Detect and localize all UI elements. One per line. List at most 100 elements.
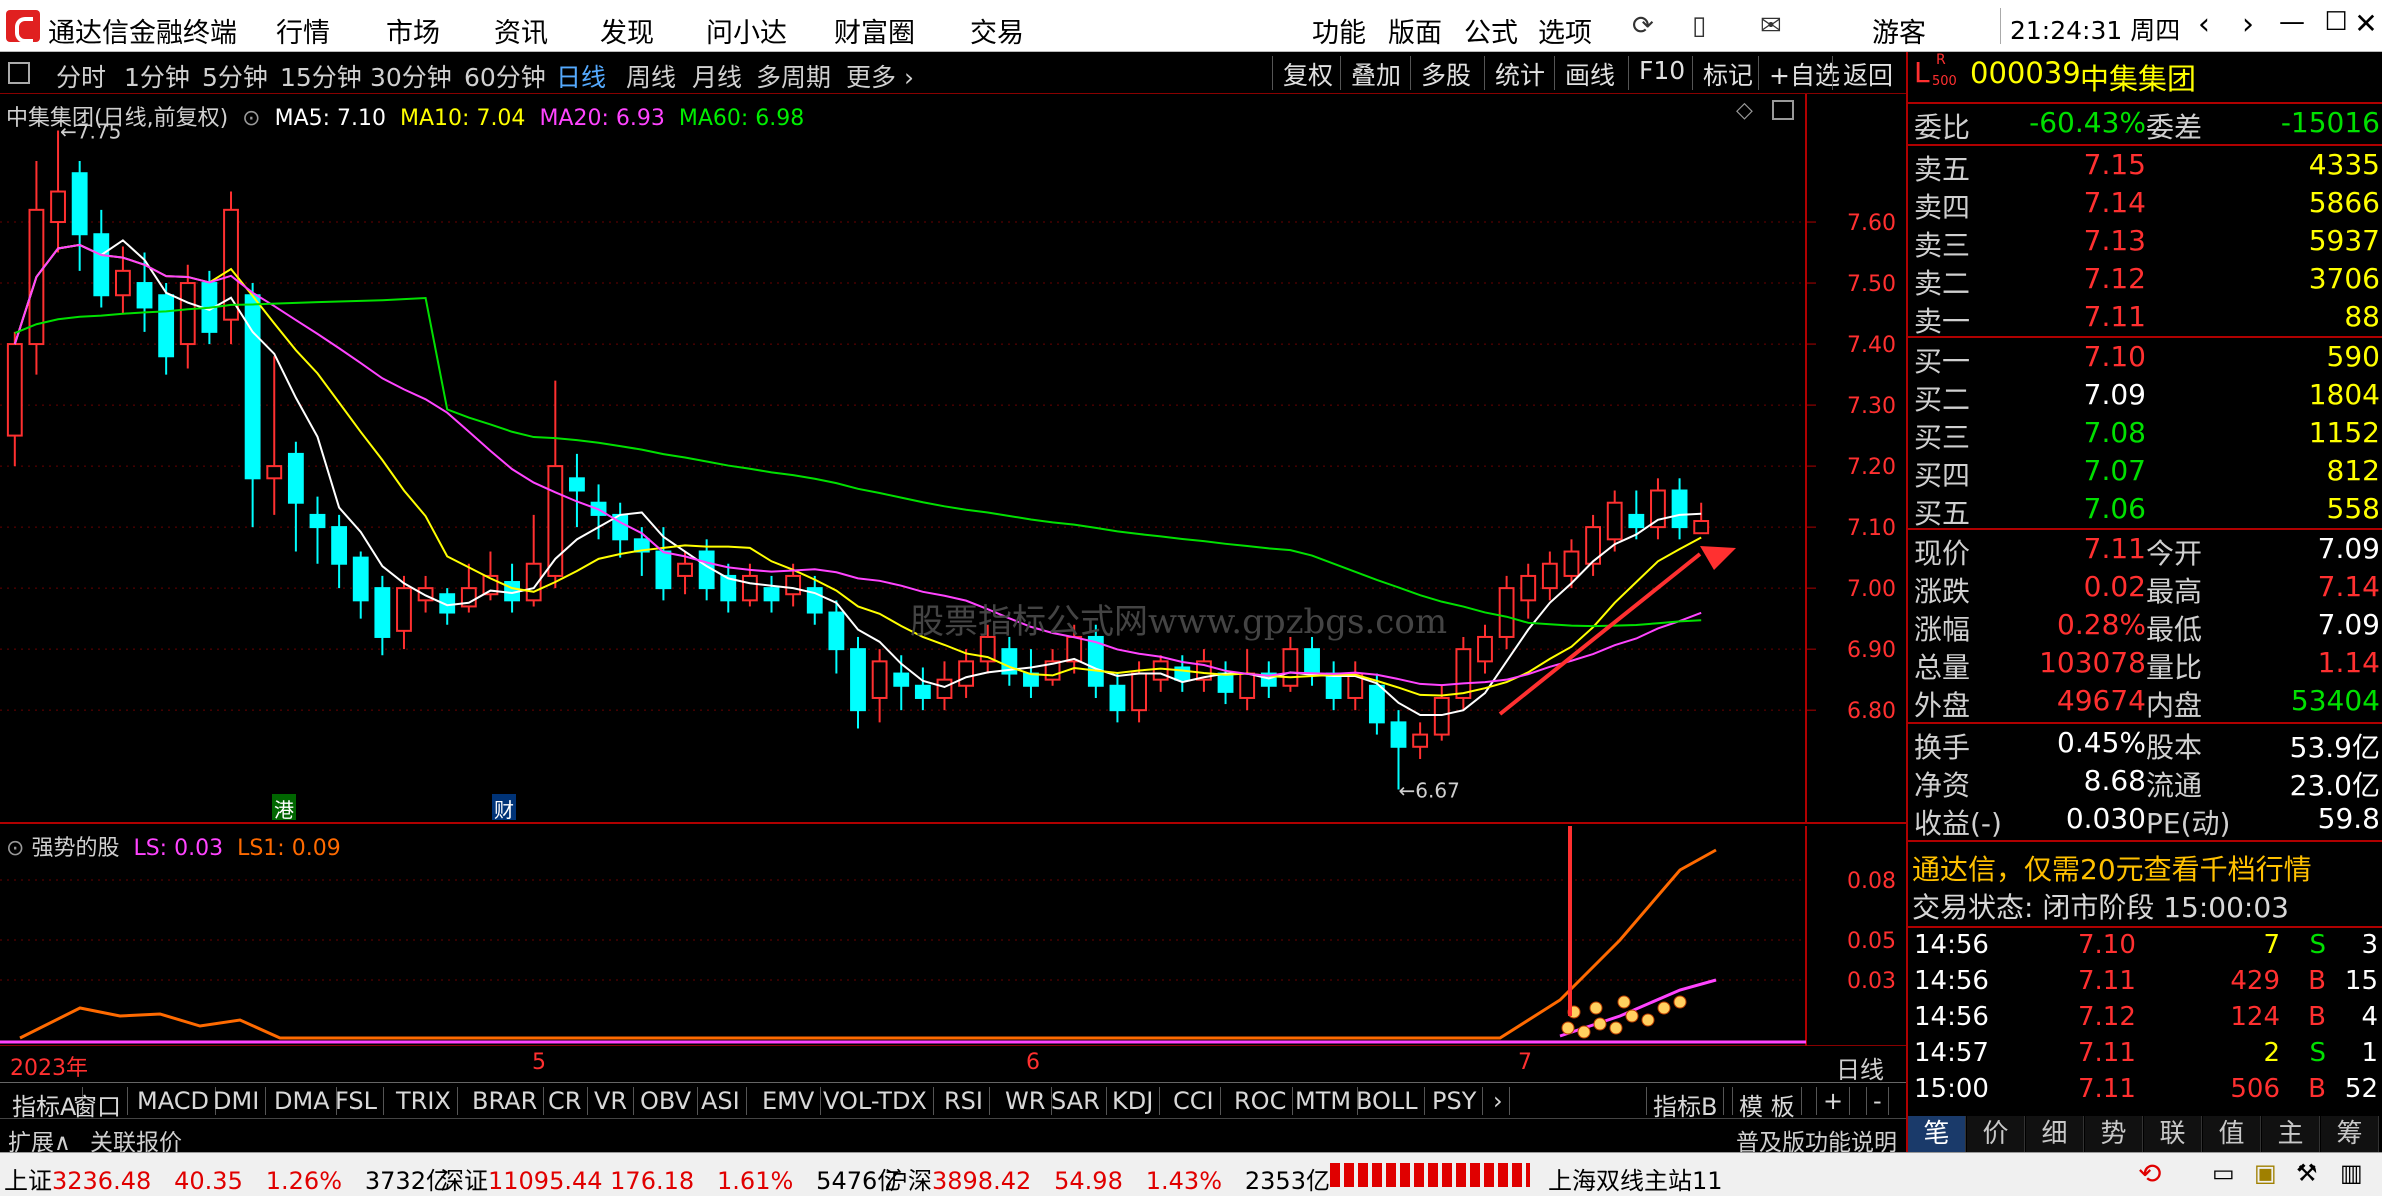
top-menu-1[interactable]: 市场 xyxy=(386,11,440,50)
chart-tool-3[interactable]: 统计 xyxy=(1484,56,1555,90)
ask-label: 卖三 xyxy=(1914,229,1971,262)
indicator-right-2[interactable]: + xyxy=(1816,1087,1851,1115)
tools-icon[interactable]: ⚒ xyxy=(2296,1159,2318,1187)
top-menu-6[interactable]: 交易 xyxy=(970,11,1024,50)
indicator-chart[interactable]: 0.08 0.05 0.03 ⊙ 强势的股 LS: 0.03 LS1: 0.09 xyxy=(0,826,1906,1046)
back-arrow-icon[interactable]: ‹ xyxy=(2184,7,2224,45)
period-tab-0[interactable]: 分时 xyxy=(56,58,106,94)
indicator-tab-6[interactable]: TRIX xyxy=(390,1087,458,1115)
promo-text[interactable]: 通达信，仅需20元查看千档行情 xyxy=(1912,848,2312,888)
close-button[interactable]: ✕ xyxy=(2346,7,2382,45)
indicator-tab-2[interactable]: MACD xyxy=(131,1087,216,1115)
phone-icon[interactable]: ▯ xyxy=(1692,11,1706,41)
indicator-tab-16[interactable]: SAR xyxy=(1045,1087,1107,1115)
indicator-tab-21[interactable]: BOLL xyxy=(1350,1087,1425,1115)
tool-menu-0[interactable]: 功能 xyxy=(1312,11,1366,50)
index-sh[interactable]: 上证3236.48 40.35 1.26% 3732亿 xyxy=(4,1161,450,1196)
sh-change: 40.35 xyxy=(174,1167,243,1195)
collapse-icon[interactable]: ⊙ xyxy=(6,836,31,861)
chart-tool-0[interactable]: 复权 xyxy=(1272,56,1343,90)
candle-body xyxy=(1109,684,1126,712)
panel-tab-6[interactable]: 主 xyxy=(2262,1116,2320,1152)
panel-tab-3[interactable]: 势 xyxy=(2085,1116,2143,1152)
indicator-tab-11[interactable]: ASI xyxy=(695,1087,747,1115)
indicator-tab-17[interactable]: KDJ xyxy=(1106,1087,1161,1115)
panel-toggle-icon[interactable] xyxy=(1772,100,1794,120)
kline-svg[interactable]: 7.607.507.407.307.207.107.006.906.80←7.7… xyxy=(0,94,1906,824)
indicator-tab-20[interactable]: MTM xyxy=(1289,1087,1359,1115)
period-tab-7[interactable]: 周线 xyxy=(626,58,676,94)
panel-tab-5[interactable]: 值 xyxy=(2203,1116,2261,1152)
indicator-tab-14[interactable]: RSI xyxy=(938,1087,990,1115)
chart-tool-1[interactable]: 叠加 xyxy=(1340,56,1411,90)
indicator-right-0[interactable]: 指标B xyxy=(1646,1087,1725,1121)
panel-tab-1[interactable]: 价 xyxy=(1967,1116,2025,1152)
candle-body xyxy=(158,294,175,358)
period-tab-10[interactable]: 更多 › xyxy=(846,58,914,94)
top-menu-5[interactable]: 财富圈 xyxy=(834,11,915,50)
panel-tab-2[interactable]: 细 xyxy=(2026,1116,2084,1152)
user-label[interactable]: 游客 xyxy=(1872,11,1926,50)
indicator-tab-7[interactable]: BRAR xyxy=(466,1087,545,1115)
diamond-icon[interactable]: ◇ xyxy=(1736,98,1753,123)
panel-tab-4[interactable]: 联 xyxy=(2144,1116,2202,1152)
indicator-tab-18[interactable]: CCI xyxy=(1167,1087,1221,1115)
period-tab-2[interactable]: 5分钟 xyxy=(202,58,268,94)
chart-tool-8[interactable]: 返回 xyxy=(1832,56,1903,90)
indicator-tab-5[interactable]: FSL xyxy=(329,1087,384,1115)
top-menu-2[interactable]: 资讯 xyxy=(494,11,548,50)
tool-menu-1[interactable]: 版面 xyxy=(1388,11,1442,50)
index-sz[interactable]: 深证11095.44 176.18 1.61% 5476亿 xyxy=(440,1161,901,1196)
indicator-tab-9[interactable]: VR xyxy=(588,1087,635,1115)
forward-arrow-icon[interactable]: › xyxy=(2228,7,2268,45)
chart-tool-2[interactable]: 多股 xyxy=(1410,56,1481,90)
indicator-tab-3[interactable]: DMI xyxy=(207,1087,267,1115)
period-tab-5[interactable]: 60分钟 xyxy=(464,58,546,94)
indicator-name[interactable]: 强势的股 xyxy=(31,836,119,861)
tick-direction: B xyxy=(2308,1002,2326,1032)
indicator-tab-12[interactable]: EMV xyxy=(756,1087,822,1115)
panel-tab-7[interactable]: 筹 xyxy=(2321,1116,2379,1152)
server-name[interactable]: 上海双线主站11 xyxy=(1548,1161,1723,1196)
indicator-right-3[interactable]: - xyxy=(1866,1087,1889,1115)
top-menu-4[interactable]: 问小达 xyxy=(706,11,787,50)
layout-toggle-icon[interactable] xyxy=(8,62,30,84)
period-tab-6[interactable]: 日线 xyxy=(556,58,606,94)
ask-volume: 5866 xyxy=(2308,186,2380,219)
indicator-tab-1[interactable]: 窗口 xyxy=(67,1087,128,1121)
candle-body xyxy=(114,269,131,297)
period-tab-9[interactable]: 多周期 xyxy=(756,58,831,94)
panel-tab-0[interactable]: 笔 xyxy=(1908,1116,1966,1152)
chart-tool-4[interactable]: 画线 xyxy=(1554,56,1625,90)
kline-chart[interactable]: 7.60 7.50 7.40 7.30 7.20 7.10 7.00 6.90 6.80 ←7.7… xyxy=(0,94,1906,824)
window-icon[interactable]: ▭ xyxy=(2212,1159,2235,1187)
indicator-tab-19[interactable]: ROC xyxy=(1228,1087,1294,1115)
period-tab-8[interactable]: 月线 xyxy=(692,58,742,94)
indicator-tab-13[interactable]: VOL-TDX xyxy=(817,1087,934,1115)
chart-tool-6[interactable]: 标记 xyxy=(1692,56,1763,90)
indicator-right-1[interactable]: 模 板 xyxy=(1732,1087,1802,1121)
index-hs[interactable]: 沪深3898.42 54.98 1.43% 2353亿 xyxy=(884,1161,1330,1196)
marker-cai[interactable]: 财 xyxy=(492,794,516,822)
tool-menu-3[interactable]: 选项 xyxy=(1538,11,1592,50)
period-tab-3[interactable]: 15分钟 xyxy=(280,58,362,94)
indicator-more-icon[interactable]: › xyxy=(1487,1087,1510,1115)
note-icon[interactable]: ▣ xyxy=(2254,1159,2277,1187)
minimize-button[interactable]: — xyxy=(2272,7,2312,45)
top-menu-0[interactable]: 行情 xyxy=(276,11,330,50)
chart-icon[interactable]: ▥ xyxy=(2340,1159,2363,1187)
chart-tool-5[interactable]: F10 xyxy=(1628,56,1695,90)
indicator-tab-10[interactable]: OBV xyxy=(634,1087,699,1115)
reconnect-icon[interactable]: ⟲ xyxy=(2138,1157,2161,1190)
indicator-tab-4[interactable]: DMA xyxy=(268,1087,337,1115)
refresh-icon[interactable]: ⟳ xyxy=(1632,11,1654,41)
indicator-tab-22[interactable]: PSY xyxy=(1426,1087,1484,1115)
collapse-icon[interactable]: ⊙ xyxy=(235,106,267,131)
top-menu-3[interactable]: 发现 xyxy=(600,11,654,50)
mail-icon[interactable]: ✉ xyxy=(1760,11,1782,41)
marker-gang[interactable]: 港 xyxy=(272,794,296,822)
period-tab-1[interactable]: 1分钟 xyxy=(124,58,190,94)
tool-menu-2[interactable]: 公式 xyxy=(1464,11,1518,50)
period-tab-4[interactable]: 30分钟 xyxy=(370,58,452,94)
indicator-tab-8[interactable]: CR xyxy=(542,1087,589,1115)
